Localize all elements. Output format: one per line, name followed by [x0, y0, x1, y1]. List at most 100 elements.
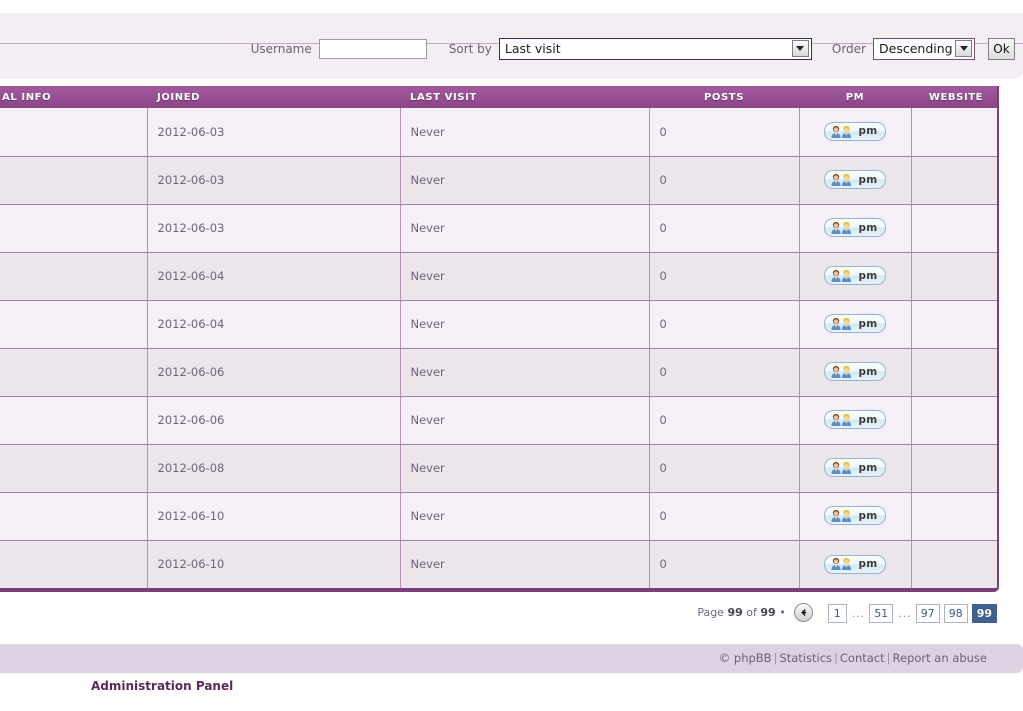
cell-personal-info	[0, 492, 148, 541]
send-pm-button[interactable]: pm	[824, 362, 886, 382]
table-row: 2012-06-08 Never 0 pm	[0, 444, 997, 493]
username-input[interactable]	[318, 38, 427, 59]
cell-last-visit: Never	[400, 540, 650, 588]
column-header-personal-info[interactable]: AL INFO	[0, 86, 147, 108]
bullet-separator: •	[779, 606, 786, 619]
footer-link-report-abuse[interactable]: Report an abuse	[893, 651, 987, 665]
page-number-button[interactable]: 97	[915, 604, 940, 623]
cell-joined: 2012-06-03	[147, 156, 401, 205]
user-list-table-container: AL INFO JOINED LAST VISIT POSTS PM WEBSI…	[0, 86, 999, 592]
sortby-label: Sort by	[448, 41, 492, 56]
order-select[interactable]: Descending	[873, 37, 975, 60]
page-number-button[interactable]: 1	[827, 604, 847, 623]
administration-panel-link[interactable]: Administration Panel	[91, 679, 233, 693]
cell-joined: 2012-06-04	[147, 252, 401, 301]
sortby-select[interactable]: Last visit	[498, 37, 812, 60]
pm-button-label: pm	[858, 317, 878, 330]
cell-last-visit: Never	[400, 156, 650, 205]
cell-pm: pm	[799, 444, 912, 493]
send-pm-button[interactable]: pm	[824, 314, 886, 334]
two-people-icon	[829, 317, 855, 331]
two-people-icon	[829, 125, 855, 139]
table-header: AL INFO JOINED LAST VISIT POSTS PM WEBSI…	[0, 86, 997, 108]
send-pm-button[interactable]: pm	[824, 410, 886, 430]
cell-last-visit: Never	[400, 396, 650, 445]
cell-joined: 2012-06-03	[147, 108, 401, 157]
send-pm-button[interactable]: pm	[824, 554, 886, 574]
column-header-website[interactable]: WEBSITE	[911, 86, 997, 108]
table-row: 2012-06-03 Never 0 pm	[0, 156, 997, 205]
cell-last-visit: Never	[400, 348, 650, 397]
cell-joined: 2012-06-06	[147, 348, 401, 397]
page-number-button[interactable]: 51	[869, 604, 894, 623]
cell-posts: 0	[649, 108, 800, 157]
send-pm-button[interactable]: pm	[824, 122, 886, 141]
of-word: of	[746, 606, 757, 619]
two-people-icon	[829, 509, 855, 523]
cell-posts: 0	[649, 156, 800, 205]
cell-personal-info	[0, 348, 148, 397]
cell-joined: 2012-06-06	[147, 396, 401, 445]
cell-personal-info	[0, 156, 148, 205]
table-row: 2012-06-06 Never 0 pm	[0, 348, 997, 397]
cell-posts: 0	[649, 492, 800, 541]
cell-personal-info	[0, 540, 148, 588]
two-people-icon	[829, 557, 855, 571]
page-number-button[interactable]: 98	[943, 604, 968, 623]
page-ellipsis: ...	[851, 607, 866, 620]
table-row: 2012-06-04 Never 0 pm	[0, 300, 997, 349]
cell-last-visit: Never	[400, 108, 650, 157]
two-people-icon	[829, 365, 855, 379]
footer-links: © phpBB | Statistics | Contact | Report an abu…	[719, 651, 987, 665]
chevron-down-icon[interactable]	[955, 40, 972, 57]
page-number-list: 1... 51... 97 98 99	[824, 602, 997, 623]
page-ellipsis: ...	[898, 607, 912, 620]
cell-website	[911, 348, 997, 397]
cell-joined: 2012-06-04	[147, 300, 401, 349]
cell-website	[911, 444, 997, 493]
pm-button-label: pm	[858, 173, 878, 186]
two-people-icon	[829, 461, 855, 475]
user-list-table: AL INFO JOINED LAST VISIT POSTS PM WEBSI…	[0, 86, 997, 588]
cell-personal-info	[0, 252, 148, 301]
send-pm-button[interactable]: pm	[824, 218, 886, 238]
column-header-pm[interactable]: PM	[799, 86, 911, 108]
pagination: Page 99 of 99 • 1... 51... 97 98 99	[697, 602, 997, 623]
pm-button-label: pm	[858, 221, 878, 234]
sortby-selected-value: Last visit	[504, 41, 561, 56]
cell-joined: 2012-06-10	[147, 540, 401, 588]
send-pm-button[interactable]: pm	[824, 170, 886, 190]
footer-link-statistics[interactable]: Statistics	[779, 651, 832, 665]
cell-joined: 2012-06-03	[147, 204, 401, 253]
send-pm-button[interactable]: pm	[824, 266, 886, 286]
page-prefix: Page	[697, 606, 724, 619]
pm-button-label: pm	[858, 509, 878, 522]
cell-last-visit: Never	[400, 204, 650, 253]
current-page-number: 99	[727, 606, 743, 619]
pm-button-label: pm	[858, 365, 878, 378]
footer-link-contact[interactable]: Contact	[840, 651, 885, 665]
ok-button[interactable]: Ok	[988, 37, 1015, 60]
cell-website	[911, 492, 997, 541]
cell-pm: pm	[799, 396, 912, 445]
cell-personal-info	[0, 300, 148, 349]
cell-pm: pm	[799, 156, 912, 205]
table-row: 2012-06-10 Never 0 pm	[0, 492, 997, 541]
arrow-left-icon[interactable]	[793, 603, 813, 622]
cell-website	[911, 156, 997, 205]
column-header-posts[interactable]: POSTS	[649, 86, 799, 108]
filter-bar: Username Sort by Last visit Order Descen…	[0, 31, 1023, 66]
two-people-icon	[829, 173, 855, 187]
footer-separator: |	[886, 651, 891, 665]
table-row: 2012-06-04 Never 0 pm	[0, 252, 997, 301]
cell-last-visit: Never	[400, 300, 650, 349]
send-pm-button[interactable]: pm	[824, 506, 886, 526]
column-header-joined[interactable]: JOINED	[147, 86, 400, 108]
column-header-last-visit[interactable]: LAST VISIT	[400, 86, 649, 108]
send-pm-button[interactable]: pm	[824, 458, 886, 478]
cell-last-visit: Never	[400, 492, 650, 541]
table-row: 2012-06-06 Never 0 pm	[0, 396, 997, 445]
chevron-down-icon[interactable]	[791, 40, 809, 57]
page-number-active[interactable]: 99	[971, 604, 997, 623]
table-row: 2012-06-03 Never 0 pm	[0, 108, 997, 157]
